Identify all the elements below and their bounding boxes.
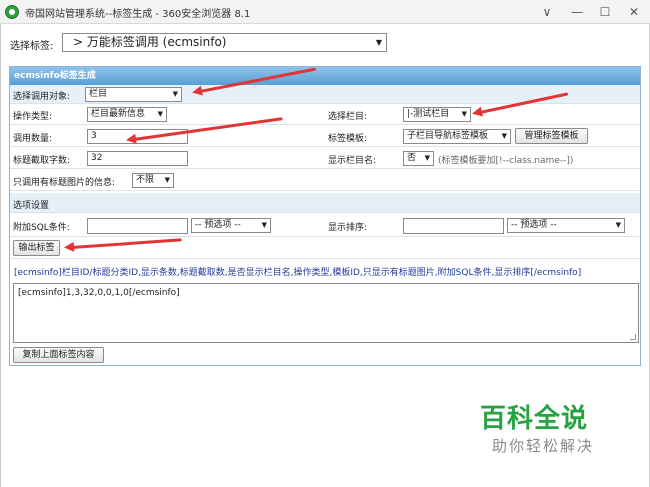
title-cut-value: 32 bbox=[91, 153, 103, 163]
tag-output-textarea[interactable]: [ecmsinfo]1,3,32,0,0,1,0[/ecmsinfo] bbox=[13, 283, 639, 343]
chevron-down-icon: ▼ bbox=[461, 110, 467, 118]
chevron-down-icon: ▼ bbox=[261, 221, 267, 229]
maximize-button[interactable]: ☐ bbox=[590, 0, 620, 24]
sql-preset-value: -- 预选项 -- bbox=[195, 220, 241, 230]
chevron-down-icon: ▼ bbox=[424, 154, 430, 162]
call-object-row: 选择调用对象: 栏目 ▼ bbox=[10, 85, 640, 104]
column-value: |-测试栏目 bbox=[407, 109, 450, 119]
tag-select[interactable]: > 万能标签调用 (ecmsinfo) ▼ bbox=[62, 33, 387, 52]
show-column-label: 显示栏目名: bbox=[328, 156, 377, 166]
tag-select-label: 选择标签: bbox=[10, 41, 54, 52]
template-value: 子栏目导航标签模板 bbox=[407, 131, 489, 141]
count-value: 3 bbox=[91, 131, 97, 141]
options-header-row: 选项设置 bbox=[10, 193, 640, 213]
panel-header: ecmsinfo标签生成 bbox=[10, 67, 640, 85]
resize-handle-icon[interactable] bbox=[630, 334, 636, 340]
only-image-value: 不限 bbox=[136, 175, 155, 185]
watermark-title: 百科全说 bbox=[480, 404, 589, 434]
only-image-row: 只调用有标题图片的信息: 不限 ▼ bbox=[10, 169, 640, 191]
template-label: 标签模板: bbox=[328, 134, 368, 144]
output-row: 输出标签 bbox=[10, 237, 640, 259]
chevron-down-icon: ▼ bbox=[501, 132, 507, 140]
op-type-value: 栏目最新信息 bbox=[91, 109, 146, 119]
tag-output-text: [ecmsinfo]1,3,32,0,0,1,0[/ecmsinfo] bbox=[18, 288, 180, 298]
window-title: 帝国网站管理系统--标签生成 - 360安全浏览器 8.1 bbox=[25, 9, 251, 20]
close-button[interactable]: ✕ bbox=[619, 0, 649, 24]
call-object-value: 栏目 bbox=[89, 89, 108, 99]
order-preset-value: -- 预选项 -- bbox=[511, 220, 557, 230]
watermark-subtitle: 助你轻松解决 bbox=[492, 437, 595, 455]
call-object-label: 选择调用对象: bbox=[13, 92, 71, 102]
only-image-label: 只调用有标题图片的信息: bbox=[13, 178, 116, 188]
title-bar: 帝国网站管理系统--标签生成 - 360安全浏览器 8.1 ∨ — ☐ ✕ bbox=[0, 0, 650, 24]
options-header: 选项设置 bbox=[13, 201, 50, 211]
count-label: 调用数量: bbox=[13, 134, 53, 144]
order-label: 显示排序: bbox=[328, 223, 368, 233]
show-column-hint: (标签模板要加[!--class.name--]) bbox=[438, 156, 574, 166]
sql-order-row: 附加SQL条件: -- 预选项 -- ▼ 显示排序: -- 预选项 -- ▼ bbox=[10, 213, 640, 237]
tag-select-value: > 万能标签调用 (ecmsinfo) bbox=[73, 35, 227, 49]
template-select[interactable]: 子栏目导航标签模板 ▼ bbox=[403, 129, 511, 144]
manage-template-button[interactable]: 管理标签模板 bbox=[515, 128, 588, 144]
chevron-down-icon: ▼ bbox=[615, 221, 621, 229]
op-type-select[interactable]: 栏目最新信息 ▼ bbox=[87, 107, 167, 122]
title-cut-label: 标题截取字数: bbox=[13, 156, 71, 166]
chevron-down-icon: ▼ bbox=[164, 176, 170, 184]
minimize-button[interactable]: — bbox=[562, 0, 592, 24]
chevron-down-icon: ▼ bbox=[157, 110, 163, 118]
sql-label: 附加SQL条件: bbox=[13, 223, 70, 233]
output-tag-button[interactable]: 输出标签 bbox=[13, 240, 60, 256]
restore-down-icon[interactable]: ∨ bbox=[532, 0, 562, 24]
ecmsinfo-panel: ecmsinfo标签生成 选择调用对象: 栏目 ▼ 操作类型: 栏目最新信息 ▼… bbox=[9, 66, 641, 366]
op-type-row: 操作类型: 栏目最新信息 ▼ 选择栏目: |-测试栏目 ▼ bbox=[10, 104, 640, 125]
sql-input[interactable] bbox=[87, 218, 188, 234]
syntax-description: [ecmsinfo]栏目ID/标题分类ID,显示条数,标题截取数,是否显示栏目名… bbox=[14, 268, 582, 278]
order-input[interactable] bbox=[403, 218, 504, 234]
title-cut-input[interactable]: 32 bbox=[87, 151, 188, 166]
order-preset-select[interactable]: -- 预选项 -- ▼ bbox=[507, 218, 625, 233]
op-type-label: 操作类型: bbox=[13, 112, 53, 122]
show-column-select[interactable]: 否 ▼ bbox=[403, 151, 434, 166]
call-object-select[interactable]: 栏目 ▼ bbox=[85, 87, 182, 102]
title-cut-row: 标题截取字数: 32 显示栏目名: 否 ▼ (标签模板要加[!--class.n… bbox=[10, 147, 640, 169]
show-column-value: 否 bbox=[407, 153, 417, 163]
chevron-down-icon: ▼ bbox=[172, 90, 178, 98]
copy-tag-button[interactable]: 复制上面标签内容 bbox=[13, 347, 104, 363]
sql-preset-select[interactable]: -- 预选项 -- ▼ bbox=[191, 218, 271, 233]
column-label: 选择栏目: bbox=[328, 112, 368, 122]
browser-logo-icon bbox=[5, 5, 19, 19]
column-select[interactable]: |-测试栏目 ▼ bbox=[403, 107, 471, 122]
count-row: 调用数量: 3 标签模板: 子栏目导航标签模板 ▼ 管理标签模板 bbox=[10, 125, 640, 147]
only-image-select[interactable]: 不限 ▼ bbox=[132, 173, 174, 188]
chevron-down-icon: ▼ bbox=[375, 38, 382, 47]
